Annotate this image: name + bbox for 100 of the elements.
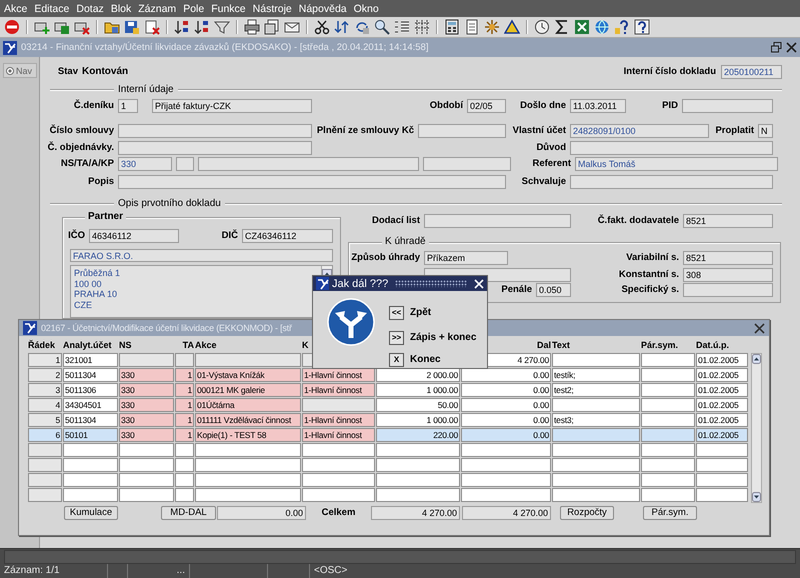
nav-button[interactable]: Nav [3,63,37,78]
swap-icon[interactable] [334,19,350,35]
input-field[interactable]: 8521 [683,214,773,228]
column-header[interactable]: Akce [195,338,217,352]
input-field[interactable]: 24828091/0100 [570,124,709,138]
menu-item[interactable]: Záznam [136,2,178,14]
help-icon[interactable] [614,19,630,35]
help-box-icon[interactable] [634,19,650,35]
input-field[interactable]: 46346112 [89,229,179,243]
clock-icon[interactable] [534,19,550,35]
column-header[interactable]: TA [182,338,194,352]
column-header[interactable]: Dal [536,338,551,352]
table-cell: 01.02.2005 [696,383,748,397]
column-header[interactable]: Analyt.účet [63,338,112,352]
input-field[interactable] [118,124,312,138]
input-field[interactable] [118,175,506,189]
input-field[interactable] [176,157,194,171]
par-sym-button[interactable]: Pár.sym. [643,506,697,520]
input-field[interactable]: 8521 [683,251,773,265]
refresh-icon[interactable] [354,19,370,35]
input-field[interactable] [418,124,506,138]
input-field[interactable] [683,283,773,297]
menu-item[interactable]: Nápověda [296,2,349,14]
window-title: 03214 - Finanční vztahy/Účetní likvidace závazků (EKDOSAKO) - [středa , 20.04.2011; 14:14:58] [21,42,430,53]
menu-item[interactable]: Akce [2,2,30,14]
table-cell: 1-Hlavní činnost [302,413,375,427]
input-field[interactable]: Přijaté faktury-CZK [152,99,312,113]
notepad-icon[interactable] [464,19,480,35]
input-field[interactable]: 0.050 [536,283,571,297]
input-field[interactable] [424,214,571,228]
restore-icon[interactable] [771,42,782,53]
menu-item[interactable]: Funkce [209,2,248,14]
input-field[interactable]: 330 [118,157,172,171]
input-field[interactable]: 0.00 [217,506,306,520]
scissors-icon[interactable] [314,19,330,35]
sigma-icon[interactable] [554,19,570,35]
column-header[interactable]: Pár.sym. [641,338,678,352]
input-field[interactable]: CZ46346112 [242,229,333,243]
column-header[interactable]: K [302,338,308,352]
text-area[interactable]: Průběžná 1 100 00 PRAHA 10 CZE [70,265,333,318]
rozpocty-button[interactable]: Rozpočty [560,506,614,520]
document-stack-icon[interactable] [264,19,280,35]
table-cell: 3 [28,383,62,397]
column-header[interactable]: Řádek [28,338,56,352]
input-field[interactable] [118,141,312,155]
column-header[interactable]: Dat.ú.p. [696,338,729,352]
table-cell: 1 000.00 [376,413,460,427]
table-cell [175,458,194,472]
input-field[interactable]: 4 270.00 [371,506,460,520]
scrollbar[interactable] [751,353,762,503]
sort-descending-icon[interactable] [194,19,210,35]
scroll-up-icon[interactable] [752,354,761,364]
printer-icon[interactable] [244,19,260,35]
input-field[interactable]: 02/05 [467,99,506,113]
menu-item[interactable]: Nástroje [250,2,294,14]
zoom-icon[interactable] [374,19,390,35]
menu-item[interactable]: Pole [181,2,206,14]
option-button[interactable]: >> [389,331,404,345]
exit-icon[interactable] [4,19,20,35]
input-field[interactable]: 11.03.2011 [570,99,626,113]
menu-item[interactable]: Okno [352,2,381,14]
option-button[interactable]: X [389,353,404,367]
columns-icon[interactable] [414,19,430,35]
table-cell: 1 [28,353,62,367]
field-label: Č.fakt. dodavatele [598,215,679,227]
spreadsheet-icon[interactable] [574,19,590,35]
document-delete-icon[interactable] [144,19,160,35]
input-field[interactable]: 1 [118,99,138,113]
input-field[interactable]: 308 [683,268,773,282]
input-field[interactable] [682,99,773,113]
md-dal-button[interactable]: MD-DAL [161,506,216,520]
floppy-icon[interactable] [124,19,140,35]
input-field[interactable]: Příkazem [424,251,508,265]
input-field[interactable] [570,141,773,155]
kumulace-button[interactable]: Kumulace [64,506,118,520]
input-field[interactable]: N [758,124,773,138]
scroll-down-icon[interactable] [752,492,761,502]
menu-item[interactable]: Editace [32,2,72,14]
input-field[interactable] [570,175,773,189]
calculator-icon[interactable] [444,19,460,35]
input-field[interactable]: FARAO S.R.O. [70,249,333,262]
list-icon[interactable] [394,19,410,35]
triangle-icon[interactable] [504,19,520,35]
grip-pattern [395,280,467,287]
close-icon[interactable] [786,42,797,53]
input-field[interactable] [198,157,419,171]
sort-ascending-icon[interactable] [174,19,190,35]
input-field[interactable]: 2050100211 [721,65,782,79]
menu-item[interactable]: Blok [108,2,134,14]
input-field[interactable] [423,157,511,171]
input-field[interactable]: Malkus Tomáš [575,157,778,171]
column-header[interactable]: NS [119,338,132,352]
menu-item[interactable]: Dotaz [74,2,106,14]
input-field[interactable]: 4 270.00 [462,506,551,520]
filter-icon[interactable] [214,19,230,35]
option-button[interactable]: << [389,306,404,320]
globe-icon[interactable] [594,19,610,35]
table-cell: 1 [175,383,194,397]
table-cell [696,473,748,487]
column-header[interactable]: Text [552,338,570,352]
